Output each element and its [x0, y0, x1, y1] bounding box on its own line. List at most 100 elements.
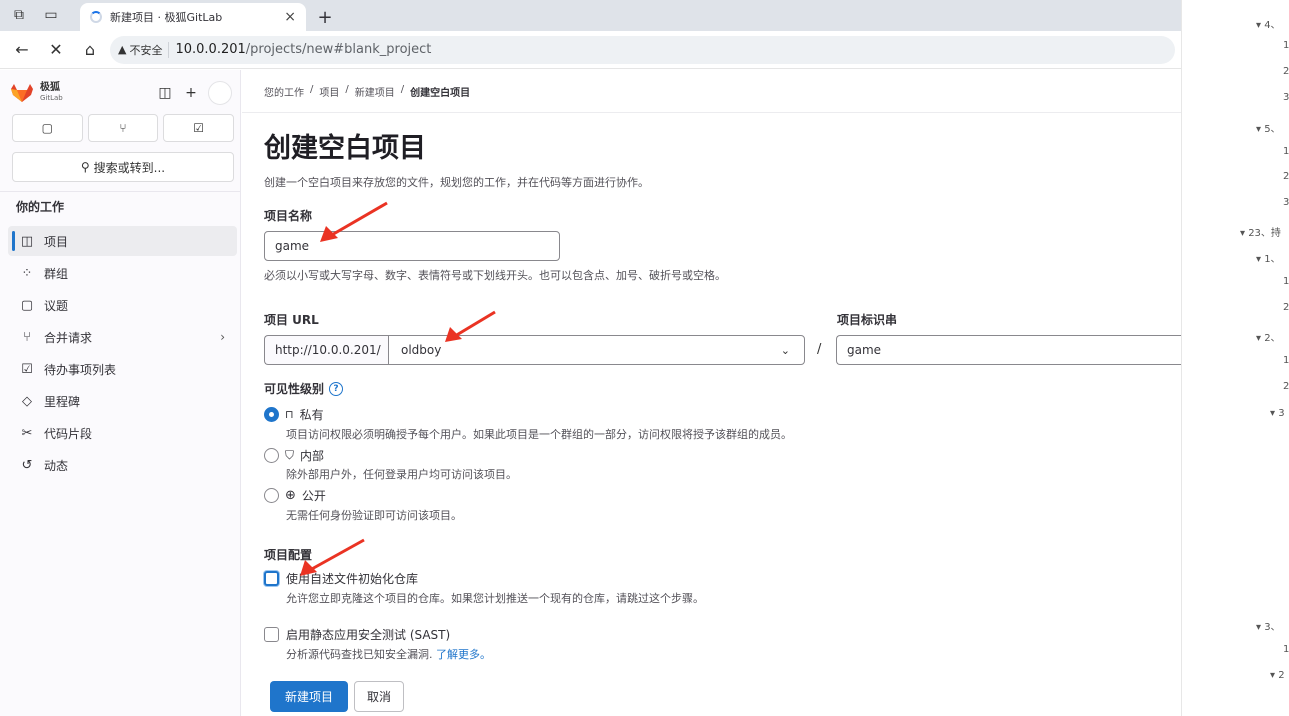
sidebar-item-issues[interactable]: ▢ 议题 [8, 290, 237, 320]
background-window-outline: ▾ 4、 1 2 3 ▾ 5、 1 2 3 ▾ 23、持 ▾ 1、 1 2 ▾ … [1181, 0, 1289, 716]
readme-checkbox[interactable] [264, 571, 279, 586]
sidebar-item-todos[interactable]: ☑ 待办事项列表 [8, 354, 237, 384]
sidebar-nav: ◫ 项目 ⁘ 群组 ▢ 议题 ⑂ 合并请求 › ☑ 待办事项列表 ◇ 里程碑 ✂… [8, 226, 237, 482]
project-name-input[interactable]: game [264, 231, 560, 261]
readme-help: 允许您立即克隆这个项目的仓库。如果您计划推送一个现有的仓库，请跳过这个步骤。 [286, 592, 704, 605]
outline-item[interactable]: 1 [1283, 146, 1289, 157]
visibility-public-radio[interactable] [264, 488, 279, 503]
breadcrumb-item[interactable]: 项目 [319, 84, 339, 99]
search-button[interactable]: ⚲ 搜索或转到... [12, 152, 234, 182]
outline-item[interactable]: ▾ 1、 [1256, 250, 1281, 265]
visibility-internal-radio[interactable] [264, 448, 279, 463]
visibility-private-radio[interactable] [264, 407, 279, 422]
project-slug-input[interactable]: game [836, 335, 1181, 365]
url-prefix: http://10.0.0.201/ [264, 335, 388, 365]
sidebar-item-milestones[interactable]: ◇ 里程碑 [8, 386, 237, 416]
chevron-right-icon: › [220, 330, 225, 344]
todo-list-icon[interactable]: ☑ [163, 114, 235, 142]
merge-requests-icon[interactable]: ⑂ [87, 114, 159, 142]
page-title: 创建空白项目 [264, 133, 426, 164]
outline-item[interactable]: 1 [1283, 40, 1289, 51]
group-icon: ⁘ [21, 265, 33, 281]
sidebar: 极狐 GitLab ◫ + ▢ ⑂ ☑ ⚲ 搜索或转到... 你的工作 ◫ 项目… [0, 70, 241, 716]
sidebar-divider [0, 191, 241, 192]
browser-tab[interactable]: 新建项目 · 极狐GitLab × [80, 3, 306, 31]
outline-item[interactable]: 2 [1283, 66, 1289, 77]
security-chip[interactable]: ▲ 不安全 [118, 41, 170, 58]
sidebar-item-activity[interactable]: ↺ 动态 [8, 450, 237, 480]
sidebar-item-projects[interactable]: ◫ 项目 [8, 226, 237, 256]
outline-item[interactable]: 2 [1283, 171, 1289, 182]
sidebar-item-label: 项目 [44, 234, 69, 249]
outline-item[interactable]: 2 [1283, 381, 1289, 392]
tab-actions-icon[interactable]: ▭ [38, 2, 64, 28]
back-icon[interactable]: ← [8, 36, 36, 64]
outline-item[interactable]: ▾ 3、 [1256, 618, 1281, 633]
project-url-label: 项目 URL [264, 313, 319, 327]
assigned-issues-icon[interactable]: ▢ [12, 114, 83, 142]
outline-item[interactable]: 3 [1283, 197, 1289, 208]
breadcrumb-item[interactable]: 新建项目 [355, 84, 395, 99]
sast-help: 分析源代码查找已知安全漏洞. [286, 648, 433, 661]
create-new-icon[interactable]: + [178, 80, 204, 106]
tab-close-icon[interactable]: × [284, 9, 296, 25]
namespace-select[interactable]: oldboy ⌄ [388, 335, 805, 365]
outline-item[interactable]: 1 [1283, 355, 1289, 366]
browser-tab-bar: ⧉ ▭ 新建项目 · 极狐GitLab × + [0, 0, 1181, 31]
breadcrumb-item[interactable]: 您的工作 [264, 84, 304, 99]
tab-title: 新建项目 · 极狐GitLab [110, 11, 223, 24]
collapse-sidebar-icon[interactable]: ◫ [152, 80, 178, 106]
sast-checkbox[interactable] [264, 627, 279, 642]
visibility-public-option[interactable]: ⊕ 公开 [264, 487, 326, 504]
cancel-button[interactable]: 取消 [354, 681, 404, 712]
learn-more-link[interactable]: 了解更多。 [436, 648, 491, 661]
avatar[interactable] [208, 81, 232, 105]
visibility-internal-help: 除外部用户外，任何登录用户均可访问该项目。 [286, 468, 517, 481]
lock-icon: ⊓ [285, 408, 294, 421]
url-field[interactable]: ▲ 不安全 10.0.0.201 /projects/new#blank_pro… [110, 35, 1175, 64]
breadcrumb-current: 创建空白项目 [410, 88, 471, 99]
breadcrumb: 您的工作 / 项目 / 新建项目 / 创建空白项目 [264, 84, 471, 99]
workspaces-icon[interactable]: ⧉ [6, 2, 32, 28]
sast-label: 启用静态应用安全测试 (SAST) [286, 628, 451, 642]
main-content: 您的工作 / 项目 / 新建项目 / 创建空白项目 创建空白项目 创建一个空白项… [242, 70, 1181, 716]
outline-item[interactable]: 3 [1283, 92, 1289, 103]
security-label: 不安全 [129, 43, 163, 57]
home-icon[interactable]: ⌂ [76, 36, 104, 64]
outline-item[interactable]: ▾ 2 [1270, 670, 1285, 681]
project-icon: ◫ [20, 233, 34, 249]
outline-item[interactable]: ▾ 3 [1270, 408, 1285, 419]
breadcrumb-divider [242, 112, 1181, 113]
outline-item[interactable]: ▾ 5、 [1256, 120, 1281, 135]
url-host: 10.0.0.201 [175, 42, 246, 57]
outline-item[interactable]: 1 [1283, 276, 1289, 287]
outline-item[interactable]: ▾ 2、 [1256, 329, 1281, 344]
outline-item[interactable]: 1 [1283, 644, 1289, 655]
project-url-group: http://10.0.0.201/ oldboy ⌄ [264, 335, 805, 365]
sidebar-shortcuts: ▢ ⑂ ☑ [12, 114, 235, 142]
sidebar-item-label: 合并请求 [44, 330, 93, 345]
sast-option[interactable]: 启用静态应用安全测试 (SAST) [264, 626, 450, 643]
new-tab-button[interactable]: + [310, 3, 340, 31]
stop-icon[interactable]: ✕ [42, 36, 70, 64]
sidebar-item-label: 代码片段 [44, 426, 93, 441]
visibility-internal-option[interactable]: ⛉ 内部 [264, 447, 324, 464]
sidebar-item-groups[interactable]: ⁘ 群组 [8, 258, 237, 288]
help-icon[interactable]: ? [329, 381, 344, 396]
outline-item[interactable]: ▾ 4、 [1256, 16, 1281, 31]
search-icon: ⚲ [80, 160, 90, 174]
logo-subtext: GitLab [40, 94, 63, 102]
outline-item[interactable]: 2 [1283, 302, 1289, 313]
loading-spinner-icon [90, 11, 102, 23]
readme-option[interactable]: 使用自述文件初始化仓库 [264, 570, 418, 587]
globe-icon: ⊕ [285, 488, 296, 503]
sidebar-item-merge-requests[interactable]: ⑂ 合并请求 › [8, 322, 237, 352]
outline-item[interactable]: ▾ 23、持 [1240, 224, 1281, 239]
gitlab-logo-icon[interactable] [10, 83, 34, 103]
visibility-private-option[interactable]: ⊓ 私有 [264, 406, 324, 423]
create-project-button[interactable]: 新建项目 [270, 681, 348, 712]
todo-icon: ☑ [21, 361, 33, 377]
url-path: /projects/new#blank_project [245, 42, 432, 57]
logo-text: 极狐 [40, 82, 60, 93]
sidebar-item-snippets[interactable]: ✂ 代码片段 [8, 418, 237, 448]
